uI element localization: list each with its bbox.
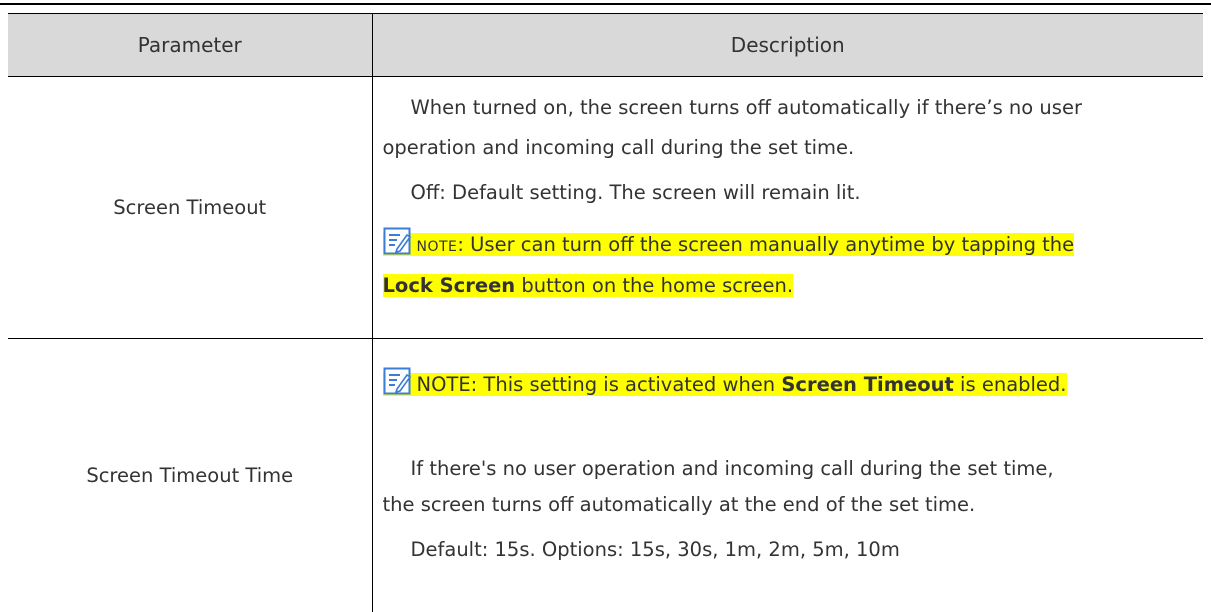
table-header-row: Parameter Description	[8, 14, 1203, 77]
lock-screen-term: Lock Screen	[383, 274, 516, 297]
header-parameter: Parameter	[8, 14, 372, 77]
note-label: NOTE	[417, 239, 458, 255]
note-text: is enabled.	[954, 373, 1067, 396]
table-row: Screen Timeout When turned on, the scree…	[8, 77, 1203, 339]
note-highlight: NOTE: This setting is activated when Scr…	[383, 373, 1067, 396]
top-rule	[0, 3, 1211, 5]
note-text: button on the home screen.	[515, 274, 793, 297]
note-line: NOTE: This setting is activated when Scr…	[383, 367, 1067, 398]
row-description-screen-timeout-time: NOTE: This setting is activated when Scr…	[372, 339, 1203, 612]
note-text: NOTE: This setting is activated when	[417, 373, 782, 396]
description-text: If there's no user operation and incomin…	[411, 456, 1054, 482]
note-line: NOTE: User can turn off the screen manua…	[383, 227, 1075, 260]
table-row: Screen Timeout Time NOTE: This setting i…	[8, 339, 1203, 612]
description-text: Default: 15s. Options: 15s, 30s, 1m, 2m,…	[411, 537, 900, 563]
description-text: When turned on, the screen turns off aut…	[411, 95, 1082, 121]
note-line: Lock Screen button on the home screen.	[383, 273, 794, 299]
note-highlight: Lock Screen button on the home screen.	[383, 274, 794, 297]
row-parameter-screen-timeout: Screen Timeout	[8, 77, 372, 339]
screen-timeout-term: Screen Timeout	[781, 373, 953, 396]
note-text: : User can turn off the screen manually …	[457, 233, 1074, 256]
description-text: operation and incoming call during the s…	[383, 135, 855, 161]
row-description-screen-timeout: When turned on, the screen turns off aut…	[372, 77, 1203, 339]
note-pen-icon	[383, 367, 411, 395]
note-pen-icon	[383, 227, 411, 255]
header-description: Description	[372, 14, 1203, 77]
parameter-table: Parameter Description Screen Timeout Whe…	[8, 13, 1203, 612]
note-highlight: NOTE: User can turn off the screen manua…	[383, 233, 1075, 256]
description-text: the screen turns off automatically at th…	[383, 492, 976, 518]
description-text: Off: Default setting. The screen will re…	[411, 180, 861, 206]
row-parameter-screen-timeout-time: Screen Timeout Time	[8, 339, 372, 612]
